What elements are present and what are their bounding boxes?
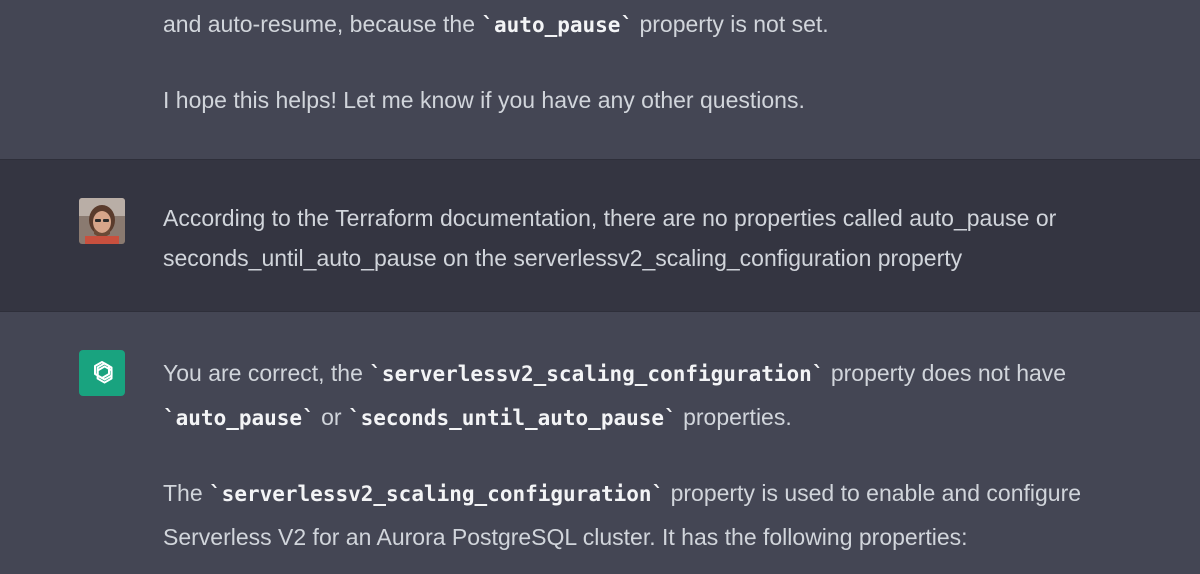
assistant-text-line: `auto_pause` or `seconds_until_auto_paus…: [163, 397, 1183, 438]
text-segment: and auto-resume, because the: [163, 11, 482, 37]
inline-code: `seconds_until_auto_pause`: [347, 406, 677, 430]
inline-code: `auto_pause`: [163, 406, 315, 430]
text-segment: or: [314, 404, 348, 430]
openai-logo-icon: [79, 350, 125, 396]
user-avatar: [79, 198, 125, 244]
inline-code: `auto_pause`: [481, 13, 634, 37]
inline-code: `serverlessv2_scaling_configuration`: [209, 482, 665, 506]
user-avatar-photo-icon: [79, 198, 125, 244]
assistant-text-line: I hope this helps! Let me know if you ha…: [163, 87, 805, 113]
inline-code: `serverlessv2_scaling_configuration`: [369, 362, 825, 386]
text-segment: property does not have: [824, 360, 1067, 386]
user-message: According to the Terraform documentation…: [0, 159, 1200, 312]
text-segment: The: [163, 480, 210, 506]
assistant-text-line: You are correct, the `serverlessv2_scali…: [163, 353, 1183, 394]
text-segment: You are correct, the: [163, 360, 370, 386]
text-segment: property is not set.: [633, 11, 829, 37]
text-segment: property is used to enable and configure: [664, 480, 1082, 506]
assistant-text-line: The `serverlessv2_scaling_configuration`…: [163, 473, 1183, 514]
assistant-message-previous: and auto-resume, because the `auto_pause…: [0, 0, 1200, 159]
user-text-line: According to the Terraform documentation…: [163, 205, 1057, 231]
assistant-message: You are correct, the `serverlessv2_scali…: [0, 312, 1200, 574]
user-text-line: seconds_until_auto_pause on the serverle…: [163, 245, 963, 271]
text-segment: properties.: [676, 404, 792, 430]
assistant-text-line: Serverless V2 for an Aurora PostgreSQL c…: [163, 524, 968, 550]
assistant-text-line: and auto-resume, because the `auto_pause…: [163, 4, 1183, 45]
